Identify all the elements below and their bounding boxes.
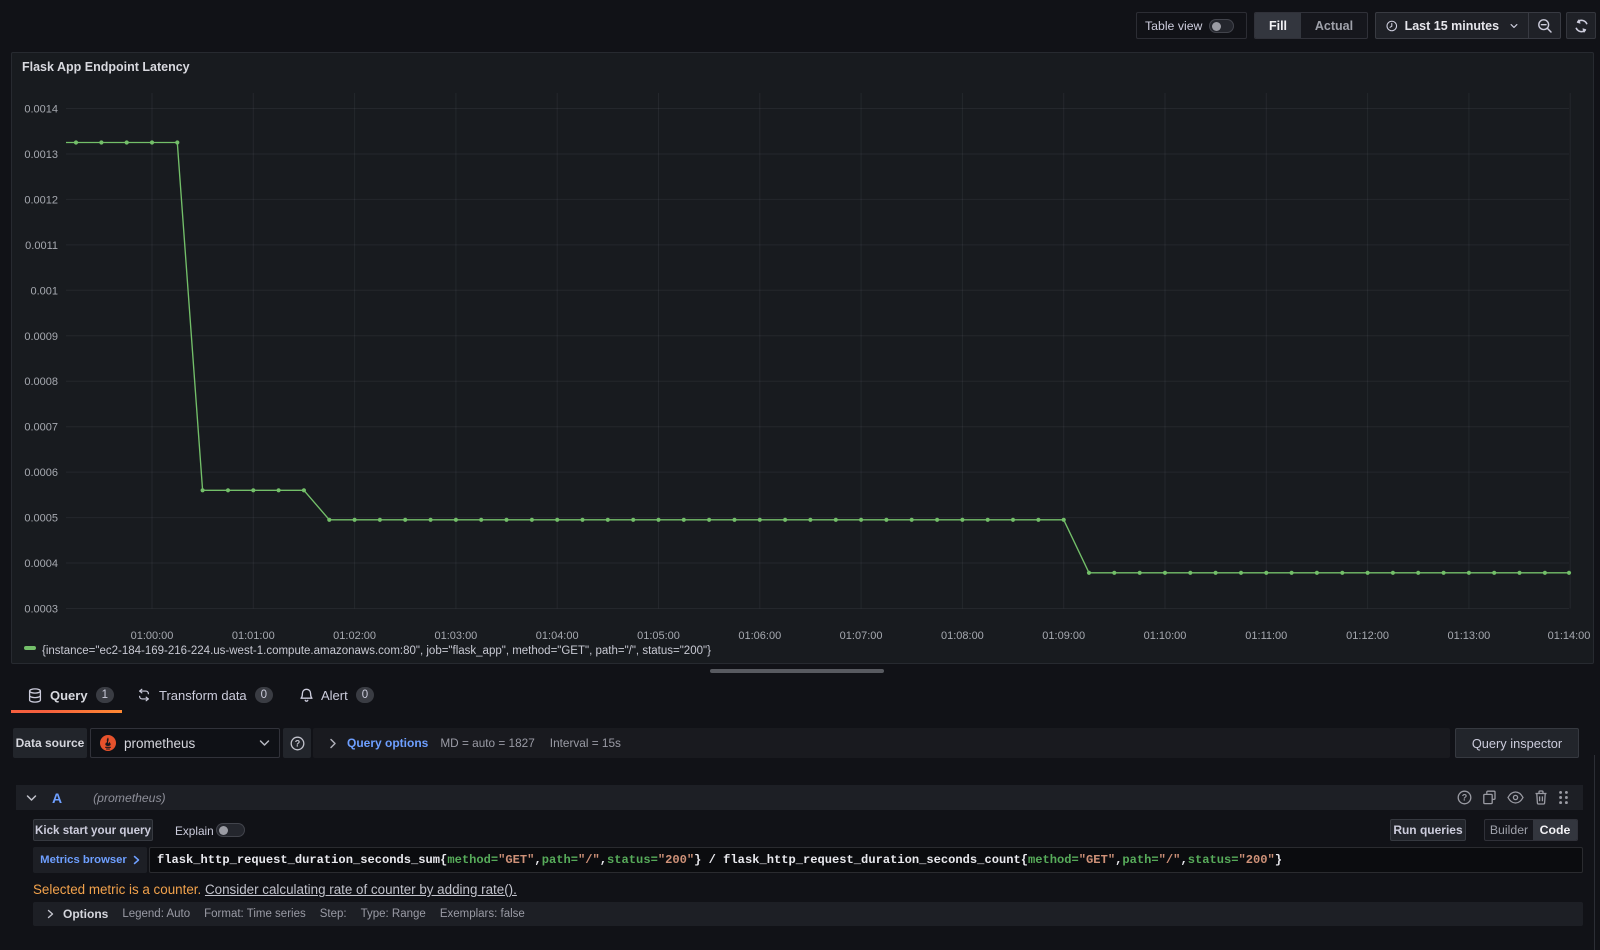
svg-text:0.0008: 0.0008 xyxy=(24,376,58,388)
svg-text:01:05:00: 01:05:00 xyxy=(637,630,680,642)
svg-text:01:13:00: 01:13:00 xyxy=(1447,630,1490,642)
svg-text:01:06:00: 01:06:00 xyxy=(738,630,781,642)
svg-text:01:02:00: 01:02:00 xyxy=(333,630,376,642)
svg-text:01:09:00: 01:09:00 xyxy=(1042,630,1085,642)
svg-text:01:08:00: 01:08:00 xyxy=(941,630,984,642)
svg-text:01:14:00: 01:14:00 xyxy=(1548,630,1591,642)
svg-text:0.0004: 0.0004 xyxy=(24,558,58,570)
svg-text:01:03:00: 01:03:00 xyxy=(434,630,477,642)
svg-text:01:12:00: 01:12:00 xyxy=(1346,630,1389,642)
svg-text:01:11:00: 01:11:00 xyxy=(1245,630,1287,642)
svg-text:0.0007: 0.0007 xyxy=(24,422,58,434)
svg-text:01:10:00: 01:10:00 xyxy=(1144,630,1187,642)
svg-text:01:07:00: 01:07:00 xyxy=(840,630,883,642)
svg-text:01:00:00: 01:00:00 xyxy=(131,630,174,642)
svg-text:0.0011: 0.0011 xyxy=(25,240,58,252)
svg-text:?: ? xyxy=(294,738,300,748)
svg-text:0.0006: 0.0006 xyxy=(24,467,58,479)
svg-text:0.0014: 0.0014 xyxy=(24,104,58,116)
svg-text:0.0005: 0.0005 xyxy=(24,513,58,525)
svg-text:0.0013: 0.0013 xyxy=(24,149,58,161)
svg-text:01:01:00: 01:01:00 xyxy=(232,630,275,642)
svg-text:0.0009: 0.0009 xyxy=(24,331,58,343)
svg-text:?: ? xyxy=(1462,793,1468,803)
svg-text:{instance="ec2-184-169-216-224: {instance="ec2-184-169-216-224.us-west-1… xyxy=(42,645,711,657)
svg-text:0.0012: 0.0012 xyxy=(24,194,58,206)
svg-text:0.001: 0.001 xyxy=(30,285,58,297)
svg-text:01:04:00: 01:04:00 xyxy=(536,630,579,642)
svg-text:0.0003: 0.0003 xyxy=(24,604,58,616)
